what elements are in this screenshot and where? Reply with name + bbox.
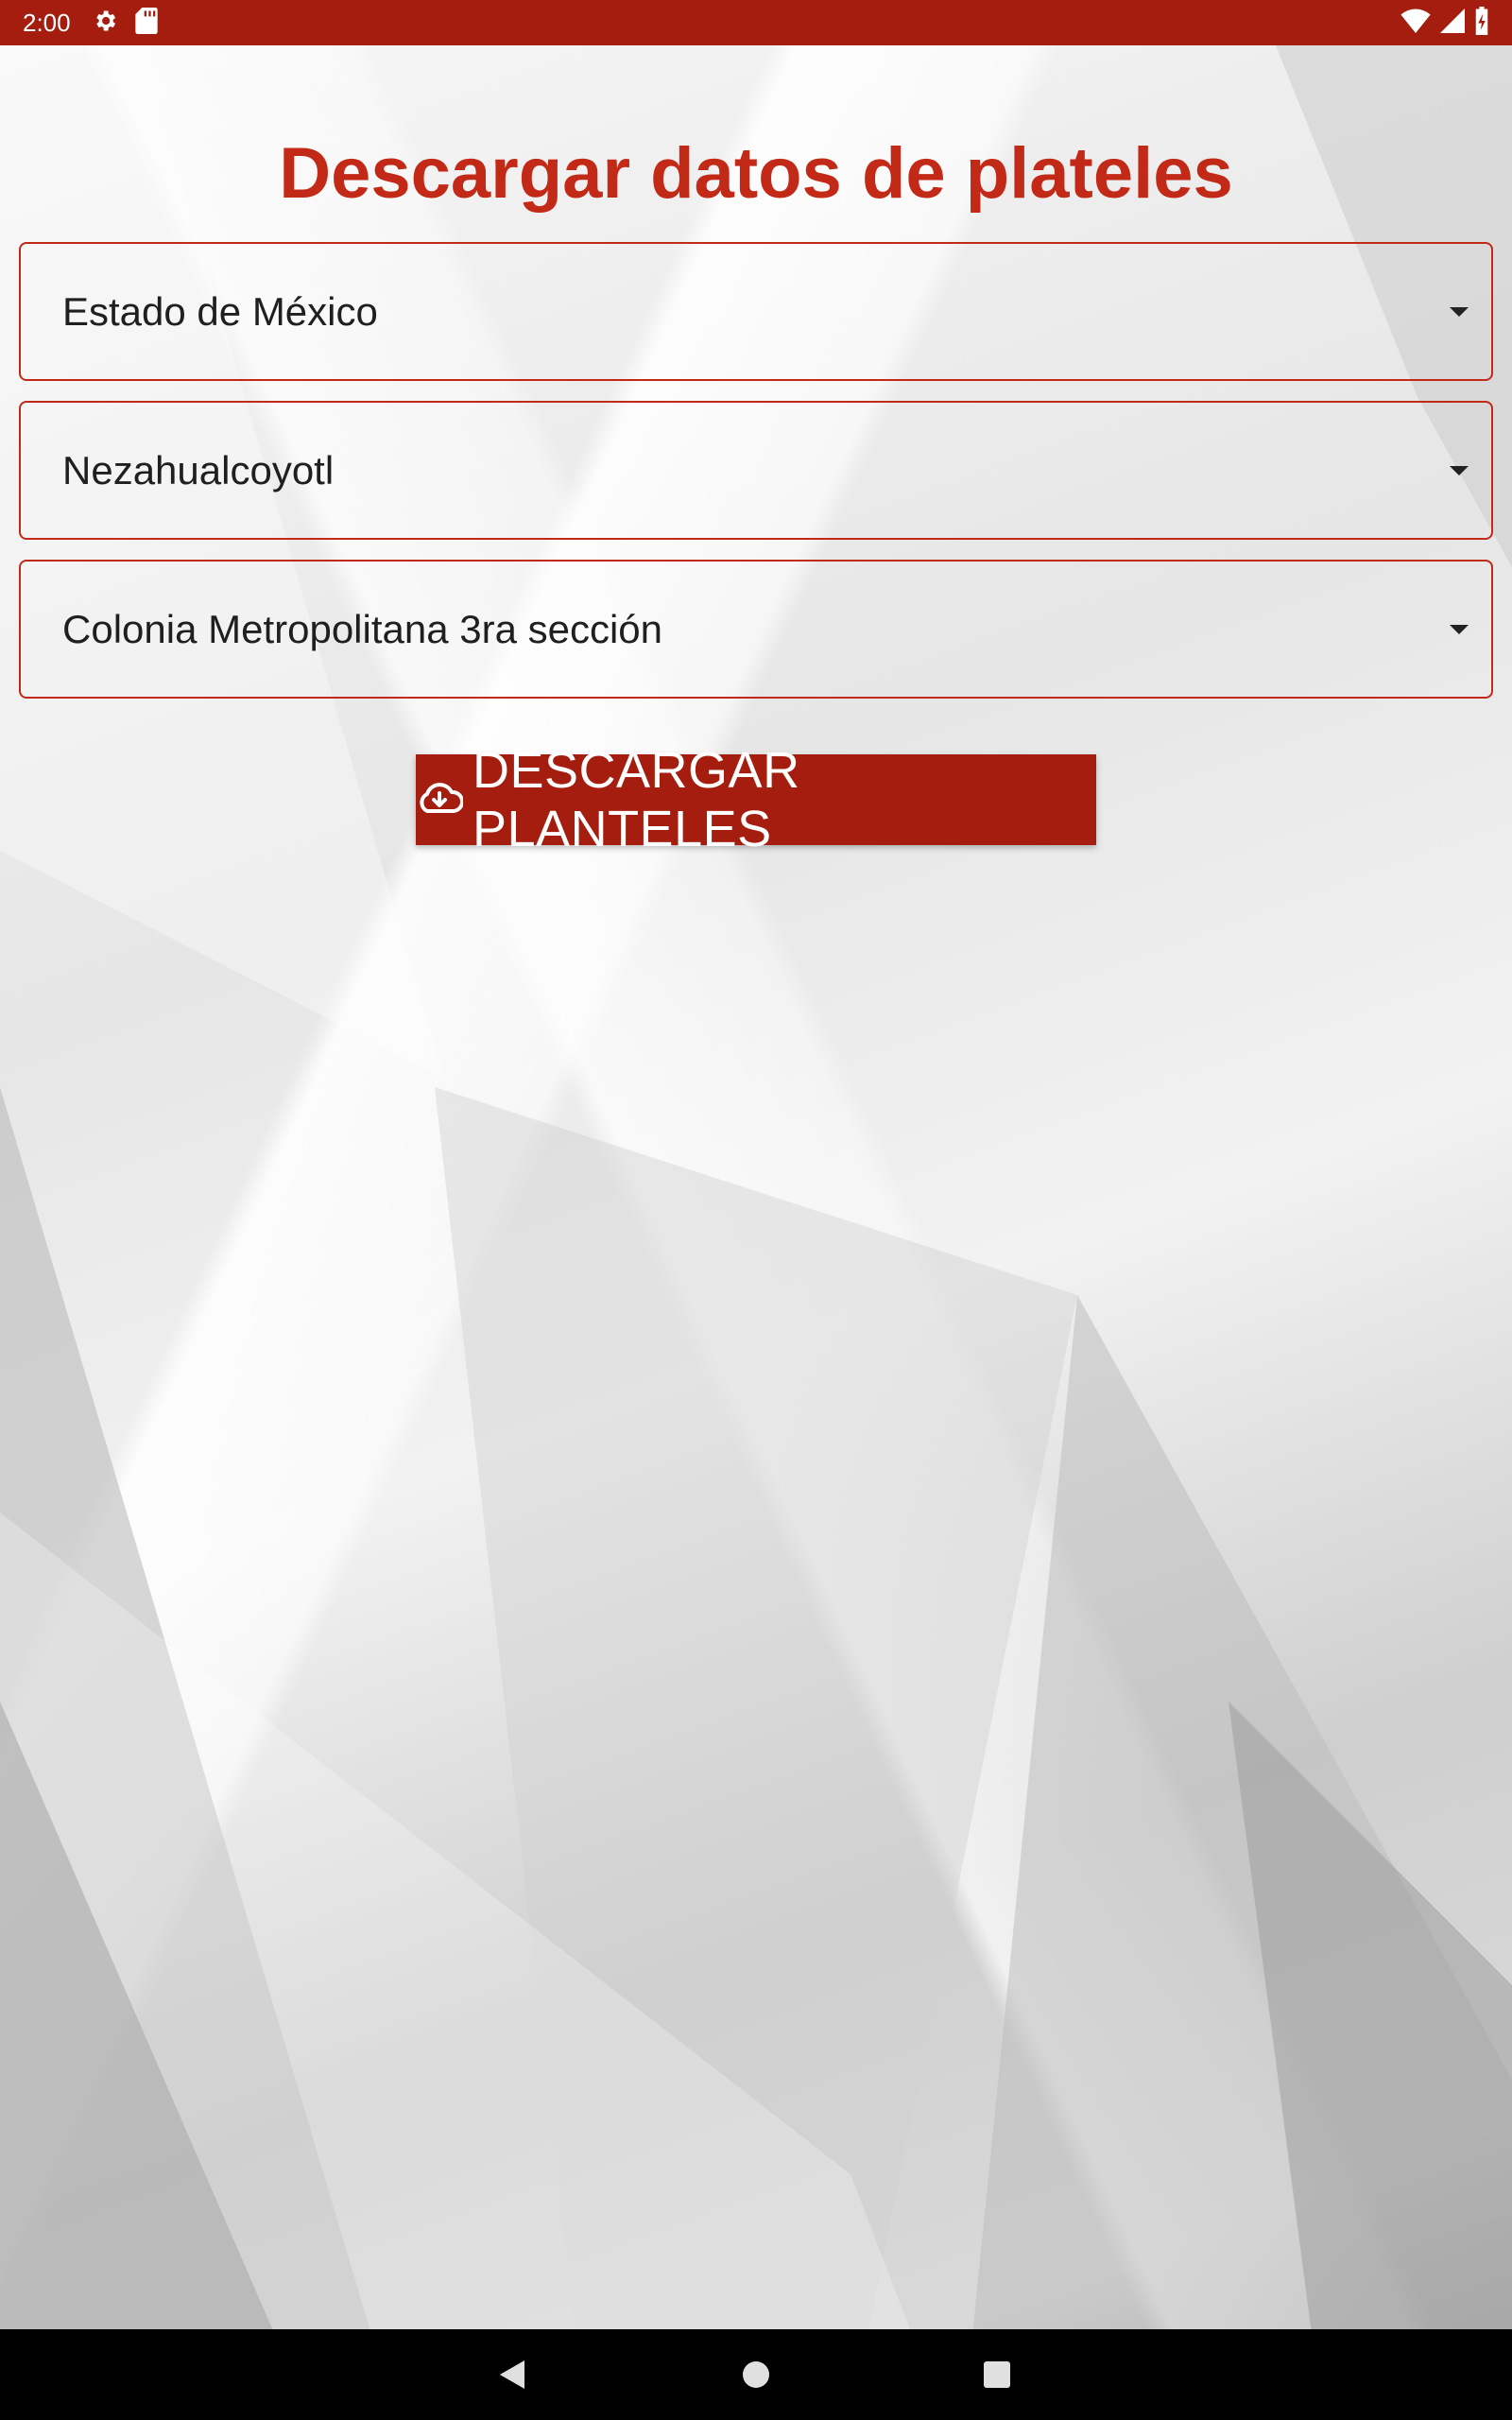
status-time: 2:00 — [23, 8, 71, 37]
battery-charging-icon — [1474, 6, 1489, 40]
back-button[interactable] — [455, 2329, 569, 2420]
page-title: Descargar datos de plateles — [279, 133, 1233, 214]
colonia-select[interactable]: Colonia Metropolitana 3ra sección — [19, 560, 1493, 699]
home-icon — [743, 2361, 769, 2388]
cell-signal-icon — [1440, 8, 1465, 38]
home-button[interactable] — [699, 2329, 813, 2420]
sd-card-icon — [134, 7, 158, 39]
chevron-down-icon — [1450, 465, 1469, 475]
colonia-select-value: Colonia Metropolitana 3ra sección — [62, 606, 663, 651]
estado-select-value: Estado de México — [62, 288, 378, 334]
estado-select[interactable]: Estado de México — [19, 242, 1493, 381]
wifi-icon — [1400, 9, 1431, 38]
status-bar: 2:00 — [0, 0, 1512, 45]
municipio-select[interactable]: Nezahualcoyotl — [19, 401, 1493, 540]
cloud-download-icon — [416, 781, 464, 820]
chevron-down-icon — [1450, 624, 1469, 634]
municipio-select-value: Nezahualcoyotl — [62, 447, 335, 493]
recents-icon — [984, 2361, 1010, 2388]
back-icon — [500, 2360, 524, 2389]
download-planteles-button[interactable]: DESCARGAR PLANTELES — [416, 742, 1096, 857]
navigation-bar — [0, 2329, 1512, 2420]
recents-button[interactable] — [940, 2329, 1054, 2420]
gear-icon — [92, 8, 118, 39]
chevron-down-icon — [1450, 306, 1469, 317]
download-button-label: DESCARGAR PLANTELES — [472, 742, 800, 857]
